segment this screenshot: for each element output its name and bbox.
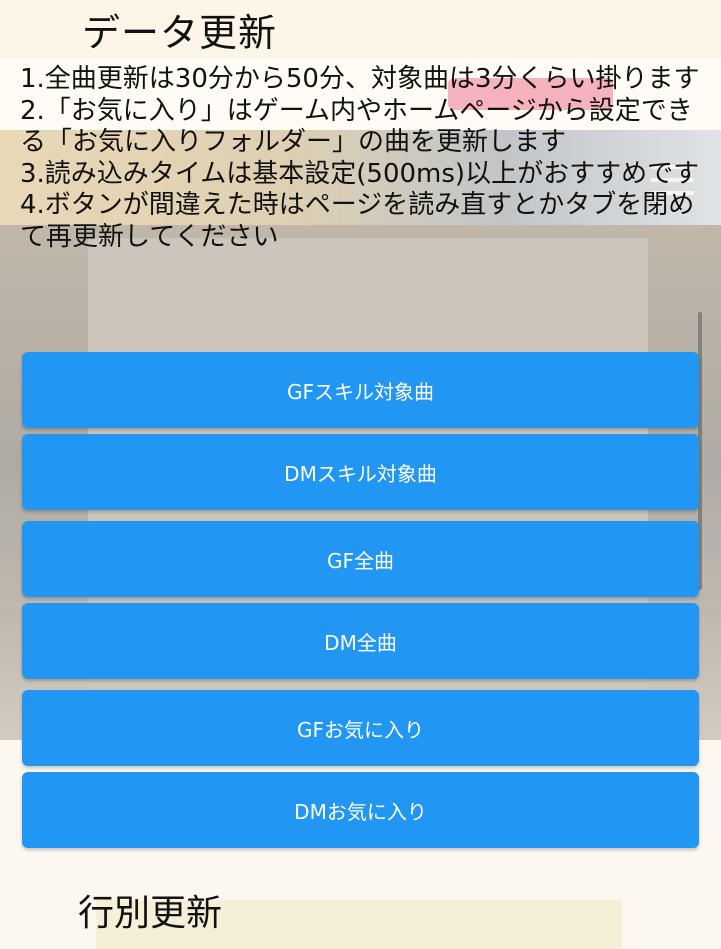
dm-favorites-button[interactable]: DMお気に入り: [22, 772, 699, 848]
instruction-item-3: 3.読み込みタイムは基本設定(500ms)以上がおすすめです: [20, 158, 700, 189]
gf-favorites-button[interactable]: GFお気に入り: [22, 690, 699, 766]
dm-skill-songs-button[interactable]: DMスキル対象曲: [22, 434, 699, 510]
section-title-row-update: 行別更新: [78, 893, 223, 934]
gf-skill-songs-button[interactable]: GFスキル対象曲: [22, 352, 699, 428]
gf-all-songs-button[interactable]: GF全曲: [22, 521, 699, 597]
update-buttons: GFスキル対象曲 DMスキル対象曲 GF全曲 DM全曲 GFお気に入り DMお気…: [22, 352, 699, 854]
instruction-item-1: 1.全曲更新は30分から50分、対象曲は3分くらい掛ります: [20, 64, 700, 94]
instruction-item-2: 2.「お気に入り」はゲーム内やホームページから設定できる「お気に入りフォルダー」…: [20, 95, 693, 158]
dm-all-songs-button[interactable]: DM全曲: [22, 603, 699, 679]
instruction-item-4: 4.ボタンが間違えた時はページを読み直すとかタブを閉めて再更新してください: [20, 190, 695, 252]
instructions-list: 1.全曲更新は30分から50分、対象曲は3分くらい掛ります 2.「お気に入り」は…: [20, 64, 708, 253]
page-title: データ更新: [82, 11, 278, 55]
